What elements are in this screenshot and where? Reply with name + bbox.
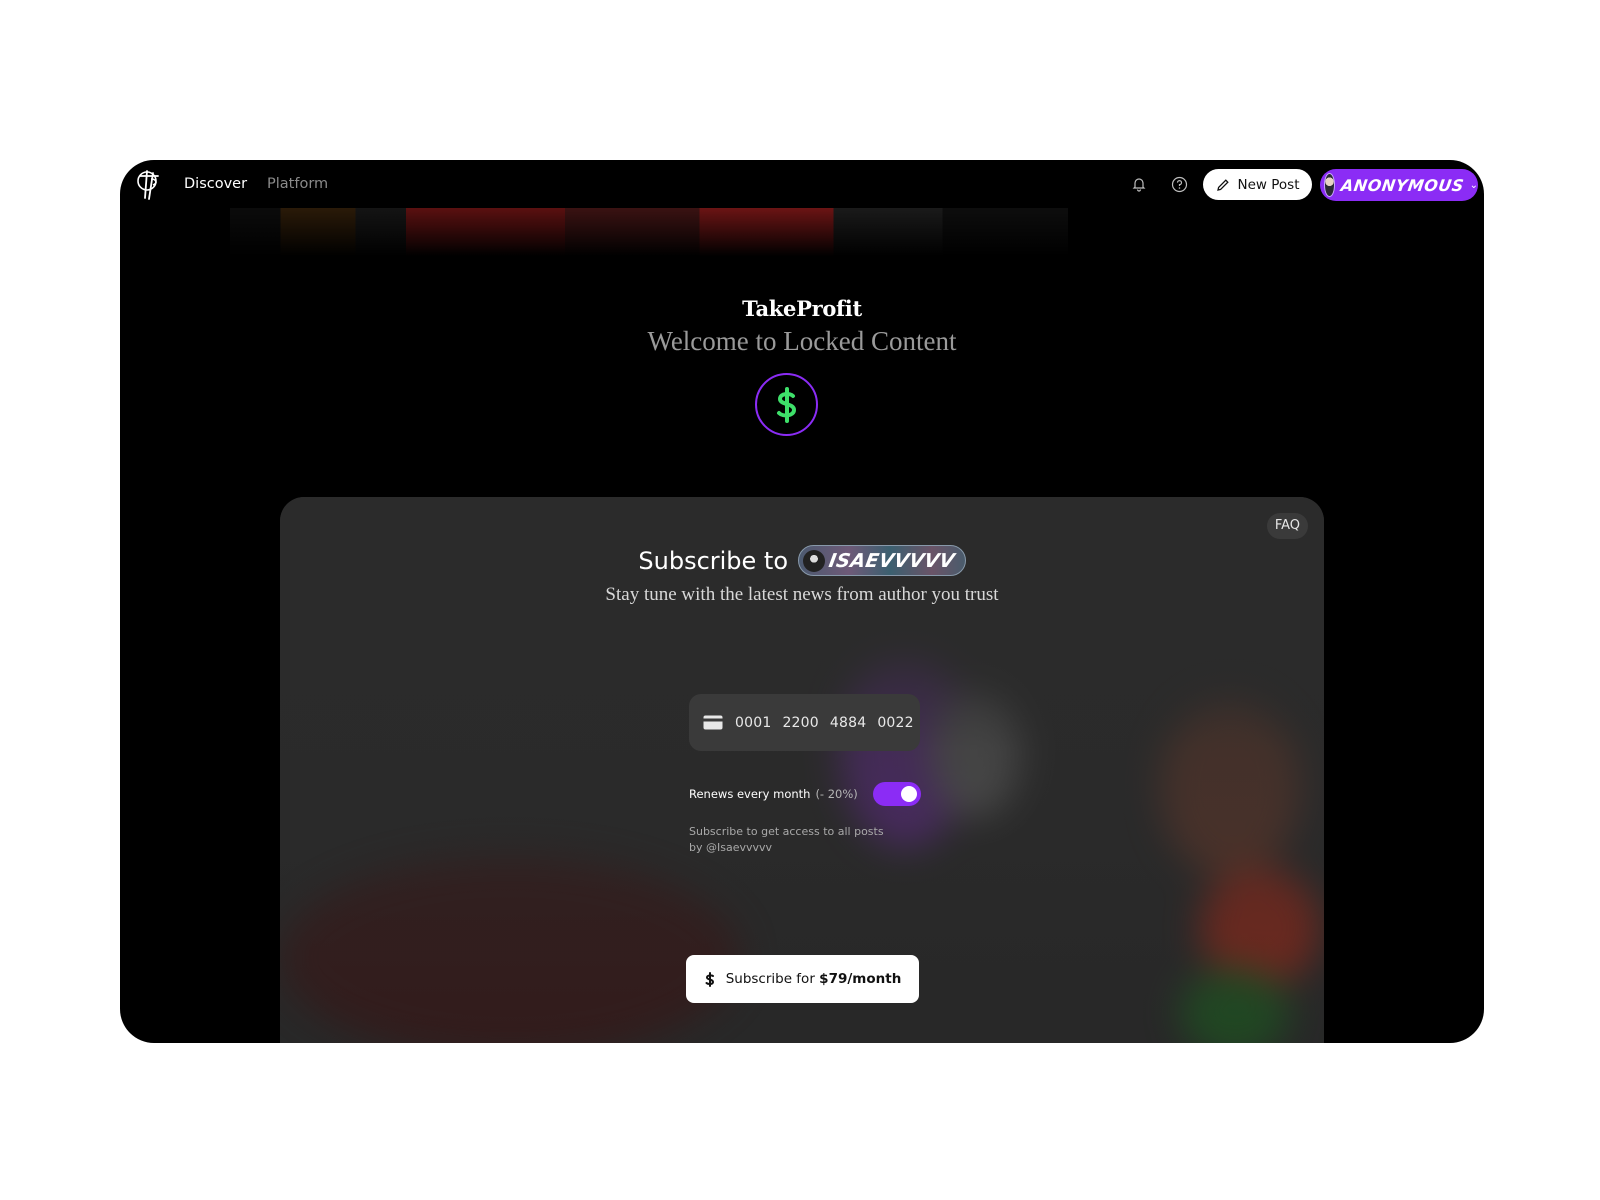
subscribe-button-label: Subscribe for $79/month xyxy=(726,971,902,987)
credit-card-icon xyxy=(703,715,723,730)
brand-title: TakeProfit xyxy=(742,296,862,321)
dollar-icon xyxy=(776,386,796,423)
bell-icon[interactable] xyxy=(1129,174,1149,194)
chevron-down-icon: ⌄ xyxy=(1469,179,1478,191)
subscribe-heading: Subscribe to ISAEVVVVV xyxy=(280,545,1324,576)
renew-toggle[interactable] xyxy=(873,782,921,806)
renew-label: Renews every month xyxy=(689,787,811,801)
top-nav: Discover Platform New Post ANONYMOUS ⌄ xyxy=(120,160,1484,208)
card-number-field[interactable]: 0001 2200 4884 0022 xyxy=(689,694,920,751)
card-number-group: 0022 xyxy=(877,714,914,731)
author-name: ISAEVVVVV xyxy=(827,549,957,572)
card-number-group: 0001 xyxy=(735,714,772,731)
author-avatar xyxy=(803,549,826,572)
app-window: Discover Platform New Post ANONYMOUS ⌄ T… xyxy=(120,160,1484,1043)
subscribe-button-price: $79/month xyxy=(819,971,902,987)
access-info-line: by @Isaevvvvv xyxy=(689,841,773,854)
subscribe-card: FAQ Subscribe to ISAEVVVVV Stay tune wit… xyxy=(280,497,1324,1043)
access-info: Subscribe to get access to all posts by … xyxy=(689,824,899,856)
nav-platform[interactable]: Platform xyxy=(267,160,328,208)
dollar-icon xyxy=(705,971,714,987)
toggle-knob xyxy=(901,786,917,802)
help-icon[interactable] xyxy=(1169,174,1189,194)
welcome-heading: Welcome to Locked Content xyxy=(647,326,957,356)
renew-discount: (- 20%) xyxy=(815,787,858,801)
subscribe-prefix: Subscribe to xyxy=(638,546,789,575)
pencil-icon xyxy=(1216,178,1229,191)
access-info-line: Subscribe to get access to all posts xyxy=(689,825,884,838)
renew-row: Renews every month (- 20%) xyxy=(689,781,921,807)
card-number-group: 4884 xyxy=(829,714,867,731)
card-number-group: 2200 xyxy=(782,714,819,731)
card-number: 0001 2200 4884 0022 xyxy=(735,715,914,731)
author-badge[interactable]: ISAEVVVVV xyxy=(798,545,966,576)
user-name: ANONYMOUS xyxy=(1339,175,1465,195)
hero-image-strip xyxy=(230,208,1068,256)
new-post-button[interactable]: New Post xyxy=(1203,169,1312,200)
user-menu-button[interactable]: ANONYMOUS ⌄ xyxy=(1320,169,1478,201)
subscribe-description: Stay tune with the latest news from auth… xyxy=(605,584,999,605)
subscribe-button[interactable]: Subscribe for $79/month xyxy=(686,955,919,1003)
locked-badge xyxy=(755,373,818,436)
avatar xyxy=(1324,173,1335,197)
nav-discover[interactable]: Discover xyxy=(184,160,247,208)
faq-button[interactable]: FAQ xyxy=(1266,513,1308,539)
subscribe-button-prefix: Subscribe for xyxy=(725,971,815,987)
logo-icon[interactable] xyxy=(134,167,166,201)
new-post-label: New Post xyxy=(1237,176,1300,193)
